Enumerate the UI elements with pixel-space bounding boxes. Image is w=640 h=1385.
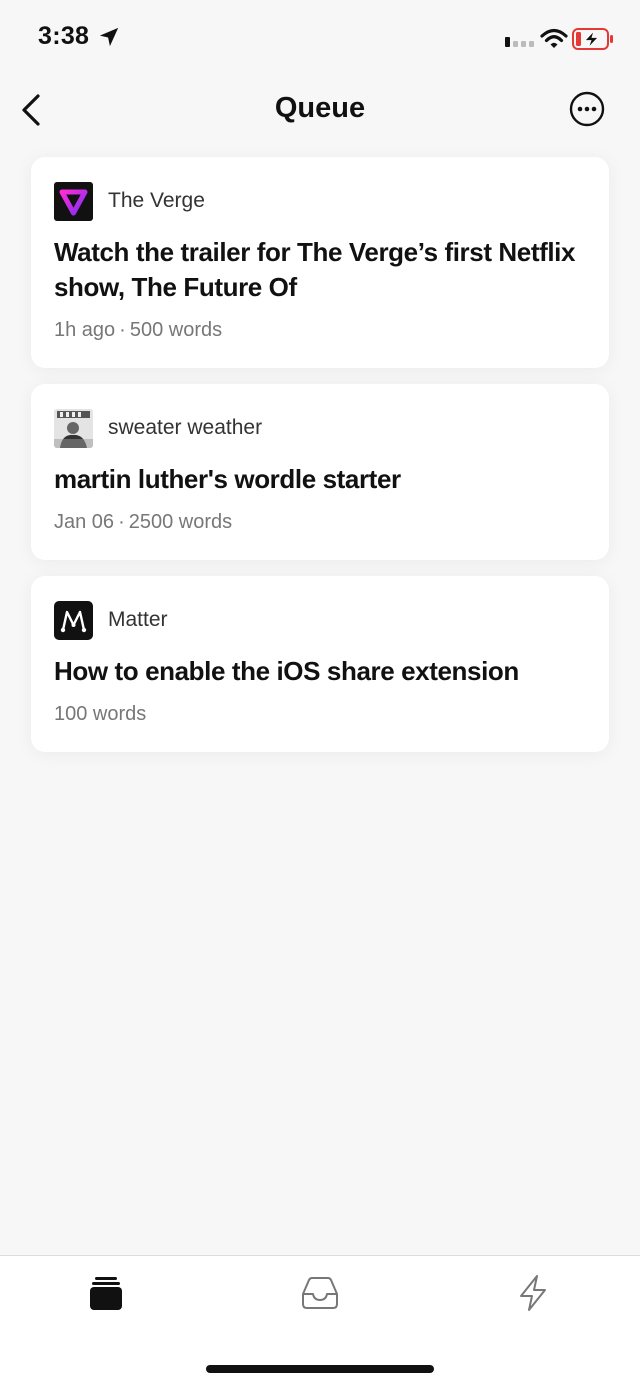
article-word-count: 500 words [129,319,223,341]
location-arrow-icon [99,27,119,47]
article-time: Jan 06 [54,511,115,533]
page-title: Queue [274,92,366,124]
stack-icon [90,1277,122,1310]
article-card[interactable]: Matter How to enable the iOS share exten… [31,576,609,752]
article-card[interactable]: sweater weather martin luther's wordle s… [31,384,609,560]
tab-inbox[interactable] [290,1268,350,1318]
cellular-signal-icon [505,37,534,47]
queue-list: The Verge Watch the trailer for The Verg… [31,157,609,768]
article-title: How to enable the iOS share extension [54,656,519,686]
tab-feed[interactable] [503,1268,563,1318]
meta-separator: · [119,319,126,341]
article-word-count: 2500 words [128,511,233,533]
article-card[interactable]: The Verge Watch the trailer for The Verg… [31,157,609,368]
home-indicator [206,1365,434,1373]
nav-bar: Queue [0,80,640,140]
source-name: sweater weather [108,416,263,439]
article-meta: Jan 06 · 2500 words [54,511,585,534]
article-time: 1h ago [54,319,116,341]
article-source: sweater weather [54,408,585,448]
matter-logo [54,600,93,640]
tab-queue[interactable] [76,1268,136,1318]
article-title: martin luther's wordle starter [54,464,401,494]
sweater-weather-avatar [54,408,93,448]
article-word-count: 100 words [54,703,147,725]
source-name: Matter [108,608,168,631]
article-source: The Verge [54,181,585,221]
ellipsis-circle-icon [569,91,605,127]
lightning-bolt-icon [520,1275,546,1311]
article-title: Watch the trailer for The Verge’s first … [54,237,576,302]
more-options-button[interactable] [569,91,605,127]
battery-charging-icon [572,28,613,50]
inbox-tray-icon [302,1277,338,1309]
the-verge-logo [54,181,93,221]
status-time: 3:38 [38,22,90,50]
status-bar: 3:38 [0,0,640,80]
article-meta: 1h ago · 500 words [54,319,585,342]
meta-separator: · [118,511,125,533]
source-name: The Verge [108,189,205,212]
article-meta: 100 words [54,703,585,726]
article-source: Matter [54,600,585,640]
wifi-icon [540,28,568,48]
